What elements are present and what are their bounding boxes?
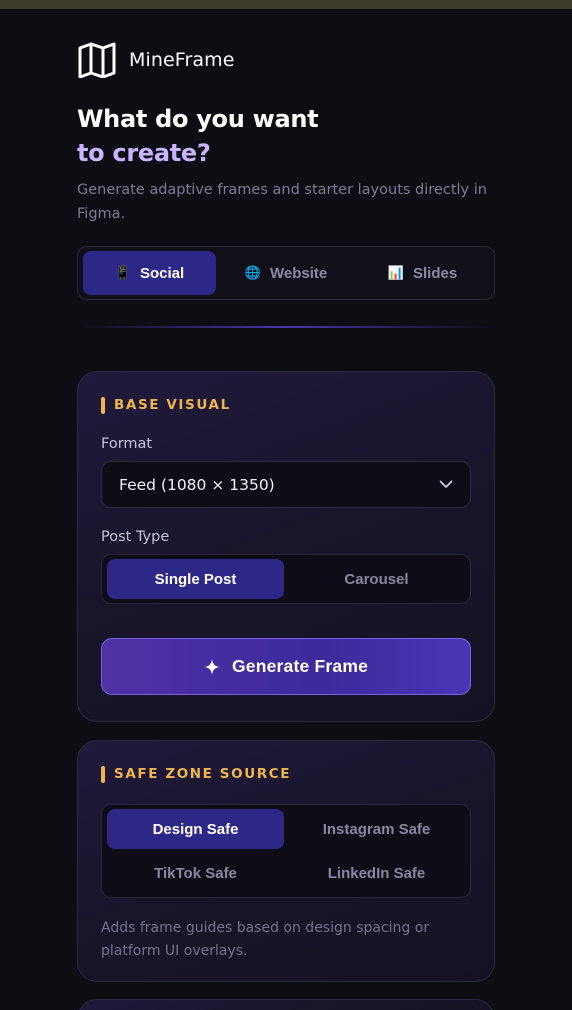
phone-icon: 📱 [114, 265, 131, 280]
generate-frame-button[interactable]: Generate Frame [101, 638, 471, 695]
section-divider [77, 326, 495, 328]
safe-zone-tiktok-button[interactable]: TikTok Safe [107, 853, 284, 893]
section-heading: BASE VISUAL [101, 396, 471, 414]
top-window-strip [0, 0, 572, 9]
safe-zone-design-button[interactable]: Design Safe [107, 809, 284, 849]
safe-zone-options: Design Safe Instagram Safe TikTok Safe L… [101, 804, 471, 898]
post-type-single-button[interactable]: Single Post [107, 559, 284, 599]
safe-zone-title: SAFE ZONE SOURCE [114, 766, 292, 782]
book-open-icon [77, 42, 117, 79]
bar-chart-icon: 📊 [387, 265, 404, 280]
tab-website[interactable]: 🌐 Website [216, 251, 356, 295]
safe-zone-card: SAFE ZONE SOURCE Design Safe Instagram S… [77, 740, 495, 982]
page-title-line2: to create? [77, 139, 211, 167]
safe-zone-helper-text: Adds frame guides based on design spacin… [101, 920, 430, 959]
format-select[interactable]: Feed (1080 × 1350) [101, 461, 471, 508]
brand-header: MineFrame [77, 42, 495, 79]
tab-slides[interactable]: 📊 Slides [356, 251, 489, 295]
base-visual-card: BASE VISUAL Format Feed (1080 × 1350) Po… [77, 371, 495, 722]
globe-icon: 🌐 [244, 265, 261, 280]
next-section-card [77, 999, 495, 1010]
tab-website-label: Website [269, 264, 328, 282]
post-type-carousel-button[interactable]: Carousel [288, 559, 465, 599]
generate-frame-label: Generate Frame [231, 656, 369, 676]
category-tabs: 📱 Social 🌐 Website 📊 Slides [77, 246, 495, 300]
main-panel: MineFrame What do you want to create? Ge… [77, 42, 495, 1010]
chevron-down-icon [439, 476, 453, 494]
section-heading: SAFE ZONE SOURCE [101, 765, 471, 783]
format-label: Format [101, 436, 153, 452]
tab-slides-label: Slides [413, 264, 458, 282]
format-select-value: Feed (1080 × 1350) [119, 475, 275, 494]
base-visual-title: BASE VISUAL [114, 397, 231, 413]
section-accent-bar [101, 396, 105, 414]
safe-zone-instagram-button[interactable]: Instagram Safe [288, 809, 465, 849]
tab-social[interactable]: 📱 Social [83, 251, 216, 295]
tab-social-label: Social [140, 264, 185, 282]
section-accent-bar [101, 765, 105, 783]
page-title: What do you want to create? [77, 102, 495, 170]
safe-zone-linkedin-button[interactable]: LinkedIn Safe [288, 853, 465, 893]
page-title-line1: What do you want [77, 105, 319, 133]
brand-name: MineFrame [129, 49, 235, 71]
post-type-label: Post Type [101, 529, 170, 545]
post-type-toggle: Single Post Carousel [101, 554, 471, 604]
page-subtitle: Generate adaptive frames and starter lay… [77, 182, 487, 222]
sparkle-icon [203, 658, 220, 675]
